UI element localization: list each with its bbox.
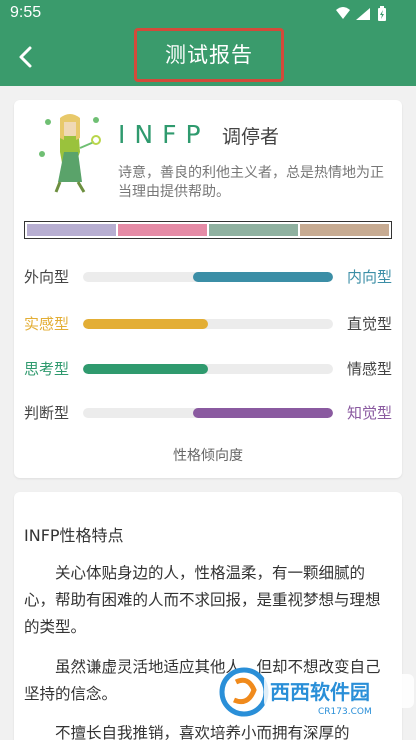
traits-title: INFP性格特点 <box>24 526 124 545</box>
app-bar: 测试报告 <box>0 28 416 86</box>
dimension-fill <box>83 364 208 374</box>
traits-paragraph: 不擅长自我推销，喜欢培养小而拥有深厚的 <box>55 724 350 740</box>
dimension-fill <box>193 272 333 282</box>
dimension-right-label: 直觉型 <box>346 315 392 333</box>
dimension-row-tf: 思考型 情感型 <box>14 357 402 381</box>
dimension-left-label: 判断型 <box>24 404 70 422</box>
dimension-row-jp: 判断型 知觉型 <box>14 401 402 425</box>
result-card: INFP 调停者 诗意，善良的利他主义者，总是热情地为正当理由提供帮助。 外向型… <box>14 100 402 478</box>
dimension-right-label: 内向型 <box>346 268 392 286</box>
dimension-row-ei: 外向型 内向型 <box>14 265 402 289</box>
status-icons <box>336 6 386 21</box>
type-name: 调停者 <box>222 126 280 148</box>
mediator-avatar-icon <box>39 114 101 193</box>
status-time: 9:55 <box>10 4 42 21</box>
title-highlight-box: 测试报告 <box>134 28 284 82</box>
dimension-track <box>83 272 333 282</box>
dimension-left-label: 实感型 <box>24 315 70 333</box>
chart-caption: 性格倾向度 <box>173 448 243 464</box>
dimension-fill <box>193 408 333 418</box>
color-palette <box>24 221 392 239</box>
status-bar: 9:55 <box>0 0 416 28</box>
palette-swatch <box>300 224 389 236</box>
watermark-url: CR173.COM <box>318 707 372 717</box>
palette-swatch <box>118 224 207 236</box>
back-icon[interactable] <box>10 40 44 74</box>
traits-paragraph: 关心体贴身边的人，性格温柔，有一颗细腻的心，帮助有困难的人而不求回报，是重视梦想… <box>24 564 381 636</box>
signal-icon <box>356 8 370 20</box>
watermark-logo: 西西软件园 CR173.COM <box>219 667 414 717</box>
dimension-track <box>83 319 333 329</box>
dimension-row-sn: 实感型 直觉型 <box>14 312 402 336</box>
dimension-left-label: 思考型 <box>24 360 70 378</box>
type-description: 诗意，善良的利他主义者，总是热情地为正当理由提供帮助。 <box>118 165 384 200</box>
page-title: 测试报告 <box>165 43 253 67</box>
dimension-track <box>83 408 333 418</box>
palette-swatch <box>27 224 116 236</box>
dimension-right-label: 情感型 <box>346 360 392 378</box>
battery-icon <box>378 6 386 21</box>
dimension-left-label: 外向型 <box>24 268 70 286</box>
dimension-fill <box>83 319 208 329</box>
watermark-text: 西西软件园 <box>270 680 370 704</box>
wifi-icon <box>336 7 350 19</box>
dimension-track <box>83 364 333 374</box>
palette-swatch <box>209 224 298 236</box>
type-code: INFP <box>118 120 210 149</box>
dimension-right-label: 知觉型 <box>346 404 392 422</box>
